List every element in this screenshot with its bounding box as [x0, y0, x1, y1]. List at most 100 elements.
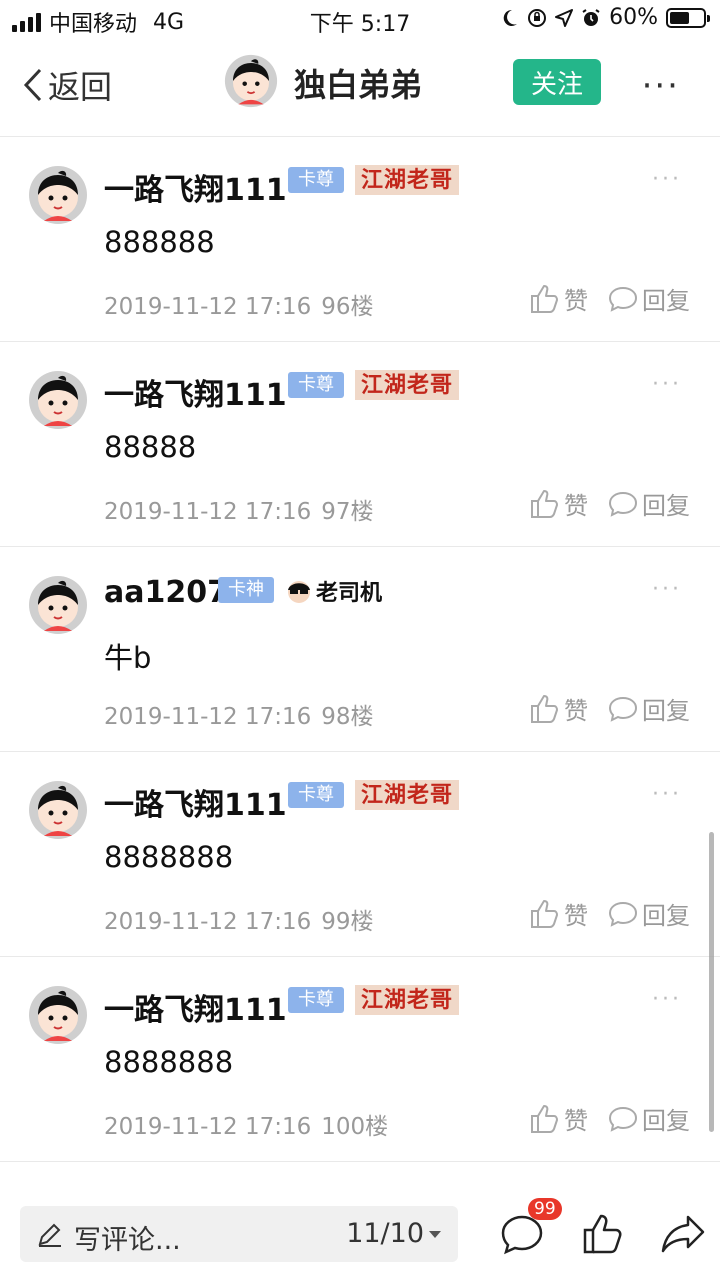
reply-bubble-icon — [608, 1106, 638, 1132]
comment-text: 8888888 — [104, 1045, 234, 1079]
comment-more-button[interactable]: ··· — [652, 372, 682, 397]
username[interactable]: aa1207 — [104, 575, 228, 610]
avatar[interactable] — [28, 575, 88, 635]
comment-more-button[interactable]: ··· — [652, 987, 682, 1012]
comment-list: 一路飞翔111 卡尊 江湖老哥 ··· 888888 2019-11-12 17:16 96… — [0, 137, 720, 1162]
thumbs-up-icon — [531, 284, 558, 313]
reply-label: 回复 — [642, 492, 690, 520]
title-badge-label: 江湖老哥 — [361, 782, 454, 808]
compose-input[interactable]: 写评论... 11/10 — [20, 1206, 458, 1262]
comment-item[interactable]: aa1207 卡神 老司机 ··· 牛b 2019-11-12 17:16 98楼 赞 回复 — [0, 547, 720, 752]
like-label: 赞 — [564, 1107, 588, 1135]
comment-reply-button[interactable]: 回复 — [608, 281, 690, 316]
battery-percent: 60% — [609, 5, 658, 30]
reply-bubble-icon — [608, 491, 638, 517]
comment-more-button[interactable]: ··· — [652, 577, 682, 602]
comment-time: 2019-11-12 17:16 — [104, 909, 312, 935]
comment-like-button[interactable]: 赞 — [530, 281, 588, 316]
comment-reply-button[interactable]: 回复 — [608, 896, 690, 931]
thumbs-up-icon — [583, 1214, 622, 1254]
like-label: 赞 — [564, 492, 588, 520]
page-title: 独白弟弟 — [294, 66, 423, 104]
comment-item[interactable]: 一路飞翔111 卡尊 江湖老哥 ··· 888888 2019-11-12 17:16 96… — [0, 137, 720, 342]
comment-reply-button[interactable]: 回复 — [608, 1101, 690, 1136]
back-button[interactable]: 返回 — [20, 62, 112, 108]
comment-floor: 99楼 — [321, 909, 374, 935]
author-avatar[interactable] — [224, 54, 278, 108]
comment-text: 8888888 — [104, 840, 234, 874]
comment-item[interactable]: 一路飞翔111 卡尊 江湖老哥 ··· 8888888 2019-11-12 17:16 1… — [0, 957, 720, 1162]
comment-meta: 2019-11-12 17:16 100楼 — [104, 1107, 388, 1141]
rank-badge: 卡神 — [218, 577, 274, 603]
comment-time: 2019-11-12 17:16 — [104, 294, 312, 320]
username[interactable]: 一路飞翔111 — [104, 370, 287, 414]
reply-label: 回复 — [642, 902, 690, 930]
avatar[interactable] — [28, 780, 88, 840]
comment-actions: 赞 回复 — [530, 896, 690, 931]
title-badge-label: 江湖老哥 — [361, 167, 454, 193]
avatar[interactable] — [28, 985, 88, 1045]
like-button[interactable] — [582, 1212, 624, 1260]
reply-bubble-icon — [608, 696, 638, 722]
comment-actions: 赞 回复 — [530, 691, 690, 726]
scrollbar[interactable] — [709, 832, 714, 1132]
comment-like-button[interactable]: 赞 — [530, 486, 588, 521]
username[interactable]: 一路飞翔111 — [104, 165, 287, 209]
like-label: 赞 — [564, 697, 588, 725]
title-badge-label: 老司机 — [316, 581, 383, 606]
title-badge: 江湖老哥 — [355, 165, 460, 195]
reply-label: 回复 — [642, 1107, 690, 1135]
status-bar: 中国移动 4G 下午 5:17 60% — [0, 0, 720, 40]
thumbs-up-icon — [531, 694, 558, 723]
comment-like-button[interactable]: 赞 — [530, 1101, 588, 1136]
caret-down-icon — [429, 1230, 441, 1238]
avatar[interactable] — [28, 165, 88, 225]
more-button[interactable]: ··· — [642, 66, 680, 106]
share-button[interactable] — [660, 1214, 706, 1258]
pen-icon — [38, 1223, 61, 1247]
comment-like-button[interactable]: 赞 — [530, 896, 588, 931]
comment-time: 2019-11-12 17:16 — [104, 499, 312, 525]
comment-meta: 2019-11-12 17:16 96楼 — [104, 287, 374, 321]
thumbs-up-icon — [531, 489, 558, 518]
reply-bubble-icon — [608, 286, 638, 312]
comment-reply-button[interactable]: 回复 — [608, 486, 690, 521]
comment-more-button[interactable]: ··· — [652, 782, 682, 807]
comment-more-button[interactable]: ··· — [652, 167, 682, 192]
comment-floor: 100楼 — [321, 1114, 389, 1140]
sunglasses-face-icon — [288, 581, 310, 603]
comment-item[interactable]: 一路飞翔111 卡尊 江湖老哥 ··· 8888888 2019-11-12 17:16 9… — [0, 752, 720, 957]
alarm-icon — [582, 8, 600, 26]
comments-button[interactable]: 99 — [500, 1198, 562, 1258]
title-badge: 江湖老哥 — [355, 985, 460, 1015]
username[interactable]: 一路飞翔111 — [104, 780, 287, 824]
title-badge: 老司机 — [286, 577, 383, 606]
comment-meta: 2019-11-12 17:16 99楼 — [104, 902, 374, 936]
comment-time: 2019-11-12 17:16 — [104, 704, 312, 730]
comment-meta: 2019-11-12 17:16 97楼 — [104, 492, 374, 526]
thumbs-up-icon — [531, 1104, 558, 1133]
avatar[interactable] — [28, 370, 88, 430]
comment-actions: 赞 回复 — [530, 1101, 690, 1136]
username[interactable]: 一路飞翔111 — [104, 985, 287, 1029]
comment-count-badge: 99 — [528, 1198, 562, 1220]
back-label: 返回 — [48, 68, 113, 106]
title-badge-label: 江湖老哥 — [361, 987, 454, 1013]
comment-text: 牛b — [104, 641, 152, 675]
comment-reply-button[interactable]: 回复 — [608, 691, 690, 726]
title-badge: 江湖老哥 — [355, 370, 460, 400]
thumbs-up-icon — [531, 899, 558, 928]
battery-icon — [666, 7, 710, 28]
chevron-left-icon — [23, 68, 42, 102]
reply-label: 回复 — [642, 287, 690, 315]
rank-badge: 卡尊 — [288, 167, 344, 193]
page-indicator[interactable]: 11/10 — [346, 1218, 442, 1249]
nav-bar: 返回 独白弟弟 关注 ··· — [0, 40, 720, 137]
rank-badge: 卡尊 — [288, 372, 344, 398]
comment-like-button[interactable]: 赞 — [530, 691, 588, 726]
follow-button[interactable]: 关注 — [513, 59, 601, 105]
comment-item[interactable]: 一路飞翔111 卡尊 江湖老哥 ··· 88888 2019-11-12 17:16 97楼… — [0, 342, 720, 547]
title-badge-label: 江湖老哥 — [361, 372, 454, 398]
comment-floor: 97楼 — [321, 499, 374, 525]
comment-text: 88888 — [104, 430, 197, 464]
